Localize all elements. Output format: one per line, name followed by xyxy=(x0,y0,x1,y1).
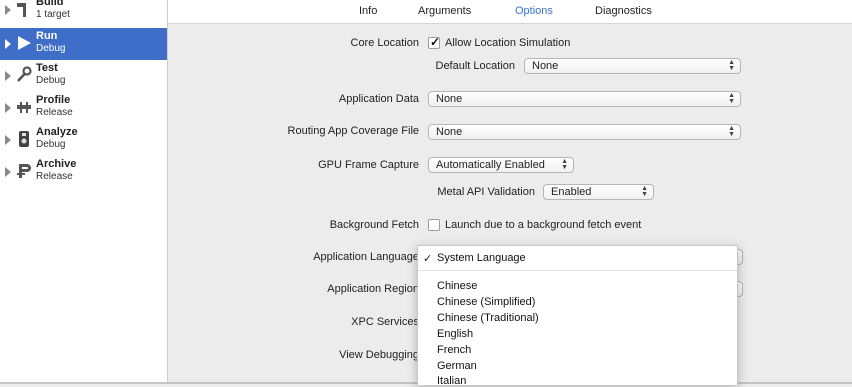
background-fetch-checkbox-label: Launch due to a background fetch event xyxy=(445,219,642,231)
routing-coverage-popup[interactable]: None ▲ ▼ xyxy=(428,124,741,140)
metal-api-validation-popup[interactable]: Enabled ▲ ▼ xyxy=(543,184,654,200)
wrench-icon xyxy=(17,66,32,82)
disclosure-triangle-icon[interactable] xyxy=(5,39,11,49)
sidebar-item-subtitle: Debug xyxy=(36,139,66,150)
sidebar-item-build[interactable]: Build 1 target xyxy=(0,0,167,26)
popup-arrows-icon: ▲ ▼ xyxy=(728,92,735,105)
sidebar-item-archive[interactable]: Archive Release xyxy=(0,156,167,188)
popup-value: None xyxy=(436,93,463,105)
metal-api-validation-label: Metal API Validation xyxy=(437,186,535,198)
sidebar-item-subtitle: Debug xyxy=(36,75,66,86)
sidebar-item-subtitle: Release xyxy=(36,107,73,118)
menu-item-system-language[interactable]: System Language xyxy=(437,252,526,264)
disclosure-triangle-icon[interactable] xyxy=(5,71,11,81)
sidebar-item-analyze[interactable]: Analyze Debug xyxy=(0,124,167,156)
disclosure-triangle-icon[interactable] xyxy=(5,103,11,113)
popup-value: None xyxy=(436,126,463,138)
menu-item-chinese[interactable]: Chinese xyxy=(437,280,477,292)
sidebar-item-title: Build xyxy=(36,0,64,8)
disclosure-triangle-icon[interactable] xyxy=(5,5,11,15)
background-fetch-checkbox[interactable] xyxy=(428,219,440,231)
xpc-services-label: XPC Services xyxy=(351,316,419,328)
sidebar-item-test[interactable]: Test Debug xyxy=(0,60,167,92)
routing-coverage-label: Routing App Coverage File xyxy=(287,125,419,137)
menu-separator xyxy=(418,270,737,271)
sidebar-item-subtitle: 1 target xyxy=(36,9,70,20)
sidebar-item-subtitle: Release xyxy=(36,171,73,182)
scheme-action-sidebar: Build 1 target Run Debug Test Debug Prof… xyxy=(0,0,168,384)
sidebar-item-subtitle: Debug xyxy=(36,43,66,54)
sidebar-item-profile[interactable]: Profile Release xyxy=(0,92,167,124)
menu-item-chinese-simplified[interactable]: Chinese (Simplified) xyxy=(437,296,535,308)
play-icon xyxy=(18,36,31,50)
tab-arguments[interactable]: Arguments xyxy=(418,5,471,17)
background-fetch-label: Background Fetch xyxy=(329,219,419,231)
scheme-tab-bar: Info Arguments Options Diagnostics xyxy=(168,0,852,24)
popup-arrows-icon: ▲ ▼ xyxy=(561,158,568,171)
allow-location-simulation-checkbox[interactable]: ✓ xyxy=(428,35,441,49)
menu-item-german[interactable]: German xyxy=(437,360,477,372)
sidebar-item-title: Archive xyxy=(36,158,77,170)
popup-arrows-icon: ▲ ▼ xyxy=(641,185,648,198)
instruments-icon xyxy=(17,102,31,113)
sidebar-item-title: Test xyxy=(36,62,58,74)
view-debugging-label: View Debugging xyxy=(339,349,419,361)
sidebar-item-run[interactable]: Run Debug xyxy=(0,28,167,60)
menu-item-italian[interactable]: Italian xyxy=(437,375,466,387)
menu-item-chinese-traditional[interactable]: Chinese (Traditional) xyxy=(437,312,539,324)
checkmark-icon: ✓ xyxy=(430,35,441,49)
tab-options[interactable]: Options xyxy=(515,5,553,17)
popup-value: Enabled xyxy=(551,186,592,198)
menu-item-french[interactable]: French xyxy=(437,344,471,356)
hammer-icon xyxy=(17,3,26,17)
application-data-label: Application Data xyxy=(338,93,419,105)
default-location-popup[interactable]: None ▲ ▼ xyxy=(524,58,741,74)
menu-item-english[interactable]: English xyxy=(437,328,473,340)
disclosure-triangle-icon[interactable] xyxy=(5,167,11,177)
default-location-label: Default Location xyxy=(435,60,516,72)
checkmark-icon: ✓ xyxy=(423,253,433,265)
disclosure-triangle-icon[interactable] xyxy=(5,135,11,145)
sidebar-item-title: Profile xyxy=(36,94,71,106)
core-location-label: Core Location xyxy=(350,37,420,49)
gpu-frame-capture-label: GPU Frame Capture xyxy=(318,159,419,171)
application-language-label: Application Language xyxy=(313,251,419,263)
popup-arrows-icon: ▲ ▼ xyxy=(728,59,735,72)
popup-value: Automatically Enabled xyxy=(436,159,545,171)
application-language-menu: ✓ System Language Chinese Chinese (Simpl… xyxy=(417,245,738,387)
tab-info[interactable]: Info xyxy=(359,5,377,17)
tab-diagnostics[interactable]: Diagnostics xyxy=(595,5,652,17)
application-region-label: Application Region xyxy=(327,283,419,295)
application-data-popup[interactable]: None ▲ ▼ xyxy=(428,91,741,107)
analyze-icon xyxy=(19,131,29,147)
popup-arrows-icon: ▲ ▼ xyxy=(728,125,735,138)
sidebar-item-title: Run xyxy=(36,30,58,42)
sidebar-item-title: Analyze xyxy=(36,126,78,138)
archive-icon xyxy=(17,164,31,178)
popup-value: None xyxy=(532,60,559,72)
gpu-frame-capture-popup[interactable]: Automatically Enabled ▲ ▼ xyxy=(428,157,574,173)
allow-location-simulation-label: Allow Location Simulation xyxy=(445,37,571,49)
